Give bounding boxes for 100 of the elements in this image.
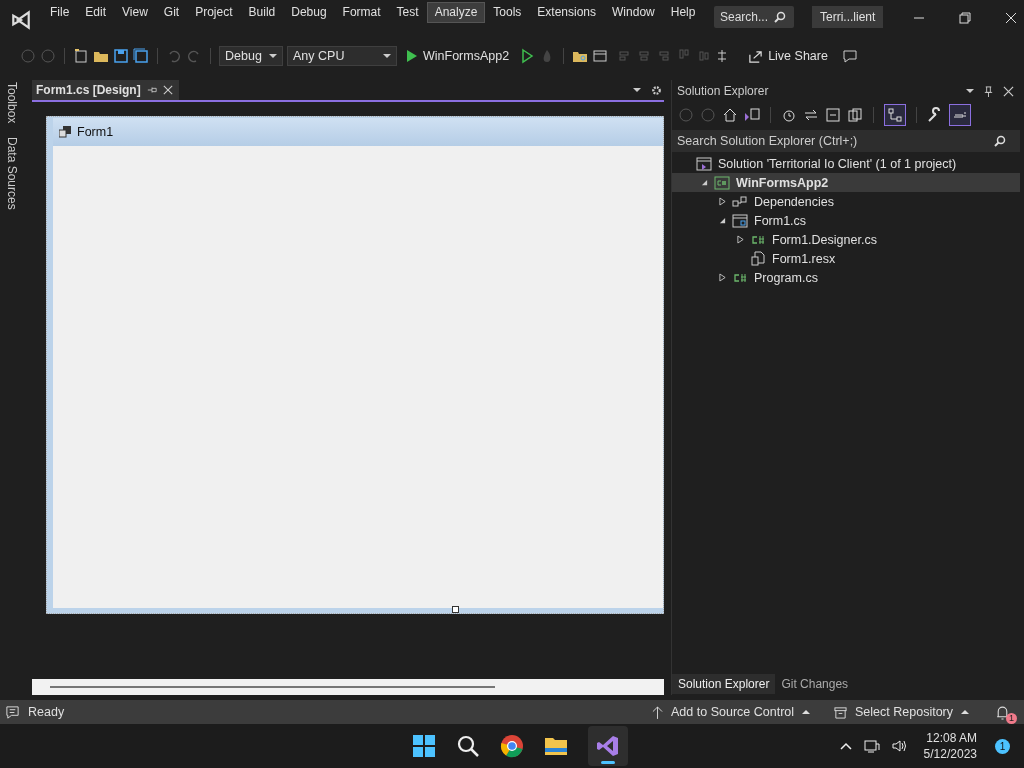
menu-item[interactable]: View <box>114 2 156 23</box>
menu-item[interactable]: Tools <box>485 2 530 23</box>
form-file-icon <box>732 212 748 229</box>
clock[interactable]: 12:08 AM 5/12/2023 <box>923 730 977 762</box>
save-icon[interactable] <box>113 48 129 64</box>
solution-icon <box>696 155 712 172</box>
menu-item[interactable]: Format <box>334 2 389 23</box>
menu-item[interactable]: Extensions <box>529 2 605 23</box>
menu-item[interactable]: Edit <box>77 2 115 23</box>
configuration-dropdown[interactable]: Debug <box>219 46 283 66</box>
expanded-arrow-icon[interactable] <box>700 179 708 186</box>
expanded-arrow-icon[interactable] <box>718 217 726 224</box>
settings-icon[interactable] <box>651 84 662 96</box>
date-text: 5/12/2023 <box>923 746 977 762</box>
share-icon <box>748 48 764 64</box>
select-repository-button[interactable]: Select Repository <box>826 705 977 719</box>
app-logo-icon <box>10 9 32 31</box>
hierarchy-icon[interactable] <box>884 104 906 126</box>
pin-icon[interactable] <box>983 85 994 97</box>
caret-icon <box>383 54 391 58</box>
app-logo-icon <box>596 734 620 758</box>
solution-name-badge[interactable]: Terri...lient <box>812 6 884 28</box>
menu-item[interactable]: Test <box>388 2 427 23</box>
search-icon <box>774 11 786 23</box>
side-tab[interactable]: Data Sources <box>5 137 19 211</box>
start-button[interactable]: WinFormsApp2 <box>401 49 516 63</box>
speaker-icon[interactable] <box>891 738 908 754</box>
menu-item[interactable]: Project <box>187 2 241 23</box>
menu-item[interactable]: Window <box>604 2 663 23</box>
play-outline-icon[interactable] <box>519 48 536 64</box>
up-arrow-icon <box>652 705 664 719</box>
layout-icon[interactable] <box>592 48 609 64</box>
caret-icon <box>961 710 969 714</box>
search-icon <box>994 135 1006 147</box>
notification-badge[interactable]: 1 <box>995 738 1010 754</box>
tree-item[interactable]: WinFormsApp2 <box>672 173 1020 192</box>
search-icon[interactable] <box>456 734 480 758</box>
clock-icon[interactable] <box>781 107 797 123</box>
panel-title: Solution Explorer <box>677 84 769 98</box>
caret-icon <box>802 710 811 714</box>
menu-item[interactable]: Build <box>240 2 284 23</box>
collapsed-arrow-icon[interactable] <box>736 235 744 244</box>
play-icon <box>407 50 417 62</box>
sync-icon[interactable] <box>803 107 819 123</box>
pin-icon[interactable] <box>146 85 157 95</box>
network-icon[interactable] <box>863 738 880 754</box>
panel-tab[interactable]: Solution Explorer <box>672 674 776 694</box>
form-icon <box>59 126 71 138</box>
form-title: Form1 <box>77 125 114 139</box>
time-text: 12:08 AM <box>926 730 977 746</box>
document-tab-title: Form1.cs [Design] <box>36 83 141 97</box>
search-field[interactable]: Search... <box>714 6 794 28</box>
form-window[interactable]: Form1 <box>46 116 664 614</box>
menu-item[interactable]: Git <box>155 2 188 23</box>
browser-icon[interactable] <box>500 734 524 758</box>
resource-file-icon <box>750 250 766 267</box>
menu-item[interactable]: Help <box>662 2 704 23</box>
tree-item[interactable]: Form1.Designer.cs <box>672 230 1020 249</box>
close-icon[interactable] <box>1003 85 1014 97</box>
collapsed-arrow-icon[interactable] <box>718 197 726 206</box>
panel-tab[interactable]: Git Changes <box>775 674 855 694</box>
menu-item[interactable]: Analyze <box>426 2 486 23</box>
search-field[interactable]: Search Solution Explorer (Ctrl+;) <box>672 130 1020 152</box>
tree-item[interactable]: Dependencies <box>672 192 1020 211</box>
restore-icon[interactable] <box>959 12 972 24</box>
chevron-up-icon[interactable] <box>839 742 852 750</box>
tree-item[interactable]: Program.cs <box>672 268 1020 287</box>
csharp-project-icon <box>714 174 730 191</box>
add-to-source-control-button[interactable]: Add to Source Control <box>644 705 819 719</box>
save-all-icon[interactable] <box>133 48 149 64</box>
switch-views-icon[interactable] <box>744 107 760 123</box>
dropdown-icon[interactable] <box>966 89 974 93</box>
caret-icon <box>269 54 277 58</box>
close-icon[interactable] <box>1005 12 1018 24</box>
platform-dropdown[interactable]: Any CPU <box>287 46 397 66</box>
tree-item[interactable]: Solution 'Territorial Io Client' (1 of 1 project) <box>672 154 1020 173</box>
repository-icon <box>834 705 848 719</box>
tree-item[interactable]: Form1.cs <box>672 211 1020 230</box>
side-tab[interactable]: Toolbox <box>5 82 19 124</box>
feedback-icon[interactable] <box>841 48 858 64</box>
close-icon[interactable] <box>162 85 173 95</box>
tree-item[interactable]: Form1.resx <box>672 249 1020 268</box>
collapse-all-icon[interactable] <box>825 107 841 123</box>
start-icon[interactable] <box>412 734 436 758</box>
resize-handle[interactable] <box>452 606 459 613</box>
collapsed-arrow-icon[interactable] <box>718 273 726 282</box>
bell-icon[interactable] <box>995 704 1010 720</box>
copy-icon[interactable] <box>847 107 863 123</box>
document-tab[interactable]: Form1.cs [Design] <box>32 80 179 100</box>
menu-item[interactable]: File <box>42 2 78 23</box>
output-icon[interactable] <box>5 704 20 720</box>
dropdown-icon[interactable] <box>633 88 641 92</box>
home-icon[interactable] <box>722 107 738 123</box>
preview-icon[interactable] <box>949 104 971 126</box>
status-text: Ready <box>28 705 65 719</box>
dependencies-icon <box>732 193 748 210</box>
live-share-button[interactable]: Live Share <box>748 48 838 64</box>
menu-item[interactable]: Debug <box>283 2 335 23</box>
taskbar-app-button[interactable] <box>588 726 628 766</box>
new-item-icon[interactable] <box>73 48 89 64</box>
